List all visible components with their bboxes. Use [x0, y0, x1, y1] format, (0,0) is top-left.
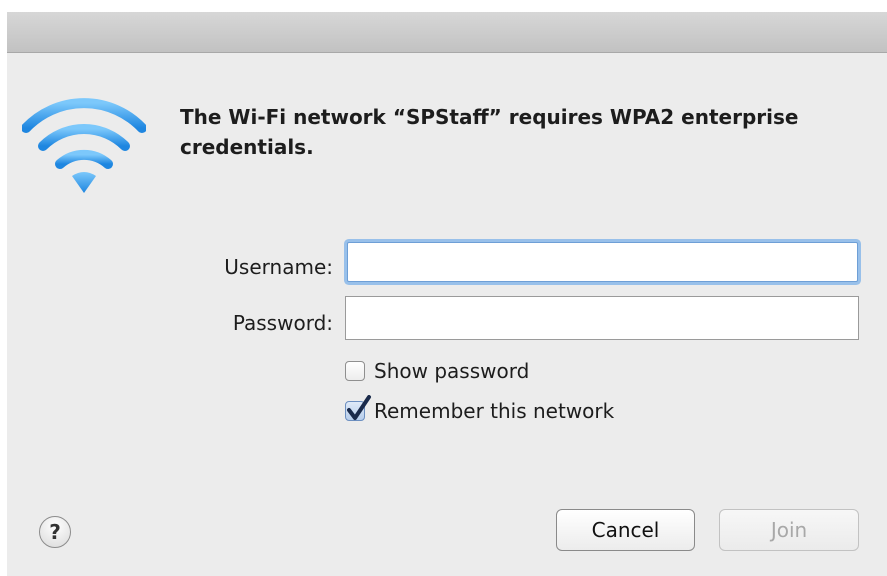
show-password-checkbox[interactable]: [345, 361, 365, 381]
join-button[interactable]: Join: [719, 509, 859, 551]
remember-network-label[interactable]: Remember this network: [374, 399, 614, 423]
dialog-titlebar[interactable]: [7, 12, 887, 53]
show-password-label[interactable]: Show password: [374, 359, 529, 383]
screen: The Wi-Fi network “SPStaff” requires WPA…: [0, 0, 887, 576]
wifi-icon: [22, 98, 146, 193]
checkmark-icon: [347, 395, 371, 420]
help-icon: ?: [49, 520, 61, 544]
help-button[interactable]: ?: [39, 516, 71, 548]
wifi-credentials-dialog: The Wi-Fi network “SPStaff” requires WPA…: [7, 12, 887, 576]
remember-network-option[interactable]: Remember this network: [345, 395, 614, 424]
remember-network-checkbox[interactable]: [345, 395, 371, 421]
password-label: Password:: [232, 311, 333, 335]
password-field[interactable]: [345, 296, 859, 340]
cancel-button[interactable]: Cancel: [556, 509, 695, 551]
dialog-message: The Wi-Fi network “SPStaff” requires WPA…: [180, 105, 799, 159]
username-label: Username:: [224, 255, 333, 279]
show-password-option[interactable]: Show password: [345, 358, 529, 384]
username-field[interactable]: [347, 242, 858, 282]
